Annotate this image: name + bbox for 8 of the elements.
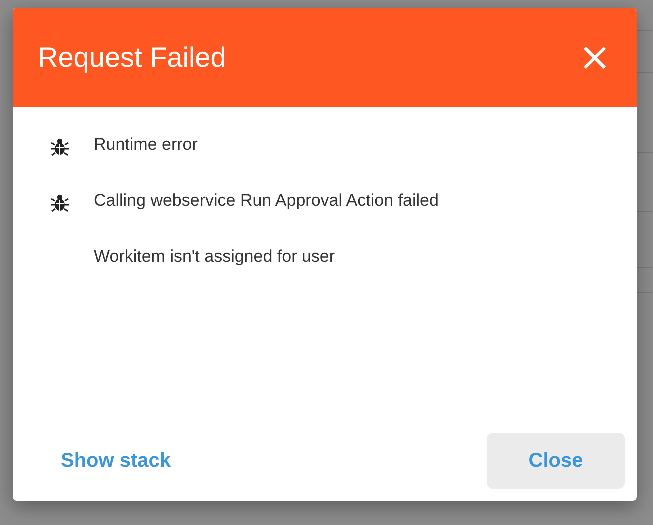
error-message: Workitem isn't assigned for user bbox=[94, 246, 336, 268]
show-stack-link[interactable]: Show stack bbox=[39, 442, 194, 480]
bug-icon bbox=[50, 137, 70, 157]
bug-icon bbox=[50, 193, 70, 213]
error-message: Calling webservice Run Approval Action failed bbox=[94, 190, 439, 212]
error-message: Runtime error bbox=[94, 134, 198, 156]
dialog-title: Request Failed bbox=[38, 42, 226, 74]
close-button[interactable]: Close bbox=[487, 433, 625, 489]
